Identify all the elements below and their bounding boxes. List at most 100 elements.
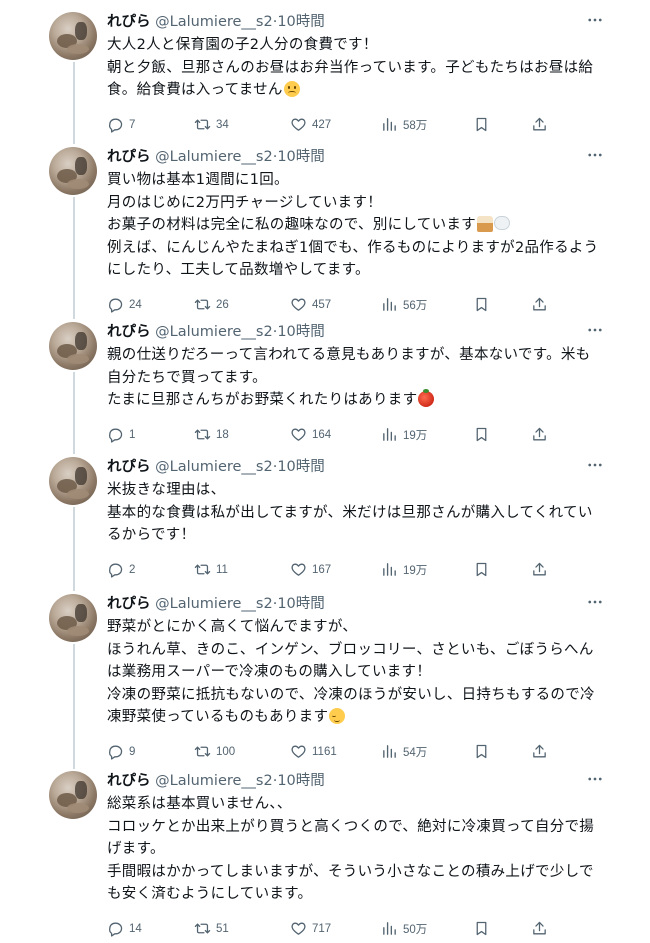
reply-icon	[107, 116, 124, 133]
timestamp[interactable]: 10時間	[277, 459, 324, 475]
tweet-header: れぴら @Lalumiere__s2·10時間	[107, 594, 325, 614]
bookmark-button[interactable]	[473, 115, 490, 135]
like-button[interactable]: 1161	[290, 742, 337, 762]
like-button[interactable]: 164	[290, 425, 331, 445]
tweet-body: 親の仕送りだろーって言われてる意見もありますが、基本ないです。米も 自分たちで買っ…	[107, 344, 597, 412]
reply-button[interactable]: 14	[107, 919, 142, 939]
views-count: 19万	[403, 564, 428, 577]
user-handle[interactable]: @Lalumiere__s2	[155, 324, 273, 340]
timestamp[interactable]: 10時間	[277, 149, 324, 165]
retweet-button[interactable]: 18	[194, 425, 229, 445]
more-dots-icon[interactable]	[586, 14, 604, 28]
display-name[interactable]: れぴら	[107, 149, 151, 165]
more-dots-icon[interactable]	[586, 773, 604, 787]
reply-count: 2	[129, 563, 136, 576]
like-button[interactable]: 167	[290, 560, 331, 580]
tweet-text-line: 例えば、にんじんやたまねぎ1個でも、作るものによりますが2品作るよう	[107, 239, 599, 256]
share-button[interactable]	[531, 560, 548, 580]
tweet[interactable]: れぴら @Lalumiere__s2·10時間 大人2人と保育園の子2人分の食費で…	[0, 12, 650, 139]
views-bar-chart-icon	[381, 561, 398, 578]
bookmark-button[interactable]	[473, 560, 490, 580]
timestamp[interactable]: 10時間	[277, 324, 324, 340]
tweet-text-line: は業務用スーパーで冷凍のもの購入しています！	[107, 664, 432, 680]
bookmark-icon	[473, 743, 490, 760]
timestamp[interactable]: 10時間	[277, 14, 324, 30]
user-handle[interactable]: @Lalumiere__s2	[155, 459, 273, 475]
display-name[interactable]: れぴら	[107, 773, 151, 789]
bookmark-icon	[473, 426, 490, 443]
tweet-text-line: 月のはじめに2万円チャージしています！	[107, 194, 383, 211]
bookmark-button[interactable]	[473, 919, 490, 939]
views-button[interactable]: 54万	[381, 742, 427, 762]
views-count: 56万	[403, 299, 428, 312]
timestamp[interactable]: 10時間	[277, 596, 324, 612]
reply-button[interactable]: 7	[107, 115, 135, 135]
user-avatar[interactable]	[49, 147, 97, 195]
tweet-text-line: 野菜がとにかく高くて悩んでますが、	[107, 619, 358, 635]
share-button[interactable]	[531, 295, 548, 315]
tweet[interactable]: れぴら @Lalumiere__s2·10時間 親の仕送りだろーって言われてる意見…	[0, 322, 650, 449]
retweet-button[interactable]: 100	[194, 742, 235, 762]
timestamp[interactable]: 10時間	[277, 773, 324, 789]
reply-button[interactable]: 24	[107, 295, 142, 315]
tweet-header: れぴら @Lalumiere__s2·10時間	[107, 322, 325, 342]
share-button[interactable]	[531, 742, 548, 762]
display-name[interactable]: れぴら	[107, 596, 151, 612]
reply-button[interactable]: 2	[107, 560, 135, 580]
share-button[interactable]	[531, 115, 548, 135]
display-name[interactable]: れぴら	[107, 14, 151, 30]
retweet-button[interactable]: 26	[194, 295, 229, 315]
retweet-button[interactable]: 51	[194, 919, 229, 939]
user-avatar[interactable]	[49, 12, 97, 60]
views-button[interactable]: 56万	[381, 295, 427, 315]
user-handle[interactable]: @Lalumiere__s2	[155, 149, 273, 165]
user-handle[interactable]: @Lalumiere__s2	[155, 14, 273, 30]
views-button[interactable]: 50万	[381, 919, 427, 939]
tomato-emoji	[418, 389, 435, 407]
user-avatar[interactable]	[49, 457, 97, 505]
user-avatar[interactable]	[49, 594, 97, 642]
tweet[interactable]: れぴら @Lalumiere__s2·10時間 買い物は基本1週間に1回。 月のはじ…	[0, 147, 650, 319]
user-avatar[interactable]	[49, 322, 97, 370]
more-dots-icon[interactable]	[586, 149, 604, 163]
bookmark-button[interactable]	[473, 295, 490, 315]
user-handle[interactable]: @Lalumiere__s2	[155, 596, 273, 612]
retweet-button[interactable]: 34	[194, 115, 229, 135]
tweet[interactable]: れぴら @Lalumiere__s2·10時間 米抜きな理由は、 基本的な食費は私が…	[0, 457, 650, 584]
tweet[interactable]: れぴら @Lalumiere__s2·10時間 野菜がとにかく高くて悩んでますが、…	[0, 594, 650, 766]
like-button[interactable]: 427	[290, 115, 331, 135]
share-button[interactable]	[531, 919, 548, 939]
user-avatar[interactable]	[49, 771, 97, 819]
views-count: 54万	[403, 746, 428, 759]
tweet-text-line: るからです！	[107, 527, 196, 543]
tweet-body: 野菜がとにかく高くて悩んでますが、 ほうれん草、きのこ、インゲン、ブロッコリー、さ…	[107, 616, 597, 729]
retweet-icon	[194, 296, 211, 313]
user-handle[interactable]: @Lalumiere__s2	[155, 773, 273, 789]
share-icon	[531, 561, 548, 578]
reply-count: 1	[129, 428, 136, 441]
share-icon	[531, 116, 548, 133]
retweet-button[interactable]: 11	[194, 560, 228, 580]
share-button[interactable]	[531, 425, 548, 445]
bookmark-button[interactable]	[473, 742, 490, 762]
display-name[interactable]: れぴら	[107, 459, 151, 475]
retweet-count: 51	[216, 922, 229, 935]
like-button[interactable]: 717	[290, 919, 331, 939]
heart-icon	[290, 920, 307, 937]
bookmark-button[interactable]	[473, 425, 490, 445]
more-dots-icon[interactable]	[586, 459, 604, 473]
reply-button[interactable]: 9	[107, 742, 135, 762]
views-button[interactable]: 19万	[381, 425, 427, 445]
reply-icon	[107, 561, 124, 578]
display-name[interactable]: れぴら	[107, 324, 151, 340]
views-button[interactable]: 19万	[381, 560, 427, 580]
more-dots-icon[interactable]	[586, 324, 604, 338]
more-dots-icon[interactable]	[586, 596, 604, 610]
bookmark-icon	[473, 116, 490, 133]
like-button[interactable]: 457	[290, 295, 331, 315]
reply-button[interactable]: 1	[107, 425, 135, 445]
like-count: 457	[312, 298, 332, 311]
views-count: 19万	[403, 429, 428, 442]
views-button[interactable]: 58万	[381, 115, 427, 135]
tweet-actions: 2 11 167 19万	[107, 560, 567, 580]
